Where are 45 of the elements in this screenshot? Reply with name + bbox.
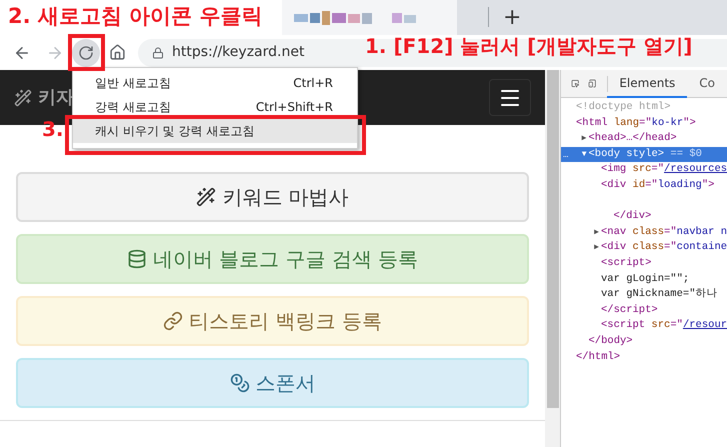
context-menu-item[interactable]: 일반 새로고침 Ctrl+R [73, 71, 357, 95]
code-line[interactable]: var gNickname="하나 [601, 287, 718, 303]
code-line[interactable]: </script> [601, 302, 658, 318]
code-line[interactable]: <script src="/resour [601, 318, 727, 334]
link-icon [163, 311, 184, 331]
menu-link-button[interactable]: 키워드 마법사 [16, 172, 529, 222]
highlight-frame [68, 34, 105, 71]
menu-link-button[interactable]: 스폰서 [16, 358, 529, 408]
lock-icon [152, 46, 164, 58]
menu-link-button[interactable]: 네이버 블로그 구글 검색 등록 [16, 234, 529, 284]
code-line[interactable]: <div id="loading"> [601, 178, 714, 194]
expand-arrow[interactable]: ▶ [582, 131, 588, 147]
code-line[interactable]: <img src="/resources [601, 162, 727, 178]
database-icon [126, 249, 147, 269]
context-menu-item[interactable]: 캐시 비우기 및 강력 새로고침 [73, 119, 357, 143]
expand-arrow[interactable]: ▶ [594, 224, 601, 240]
annotation-text: 1. [F12] 눌러서 [개발자도구 열기] [365, 36, 692, 56]
annotation-text: 3. [42, 119, 64, 139]
wand-icon [196, 187, 216, 207]
code-line[interactable]: </html> [576, 350, 620, 366]
gutter-ellipsis[interactable]: … [563, 148, 568, 161]
menu-link-button[interactable]: 티스토리 백링크 등록 [16, 296, 529, 346]
code-line[interactable]: </div> [614, 209, 652, 225]
devtools-tab[interactable]: Co [687, 70, 727, 98]
code-line[interactable]: var gLogin=""; [601, 272, 690, 288]
expand-arrow[interactable]: ▼ [582, 146, 588, 162]
new-tab-button[interactable]: + [503, 5, 522, 31]
context-menu-item[interactable]: 강력 새로고침 Ctrl+Shift+R [73, 95, 357, 119]
devtools-tab[interactable]: Elements [607, 70, 688, 98]
home-icon[interactable] [109, 44, 126, 61]
url-text: https://keyzard.net [172, 43, 304, 62]
menu-button[interactable] [489, 79, 531, 116]
expand-arrow[interactable]: ▶ [594, 240, 601, 256]
annotation-text: 2. 새로고침 아이콘 우클릭 [0, 0, 282, 35]
code-line[interactable]: <html lang="ko-kr"> [576, 116, 696, 132]
wand-icon [14, 88, 32, 106]
reload-button[interactable] [72, 38, 100, 66]
reload-icon [78, 44, 94, 60]
browser-tab[interactable] [282, 0, 457, 35]
coins-icon [230, 373, 250, 393]
scrollbar[interactable] [545, 70, 560, 447]
scrollbar-thumb[interactable] [546, 70, 558, 408]
code-line[interactable]: <script> [601, 256, 652, 272]
brand-text[interactable]: 키자 [38, 84, 74, 111]
code-line[interactable]: </body> [588, 334, 633, 350]
